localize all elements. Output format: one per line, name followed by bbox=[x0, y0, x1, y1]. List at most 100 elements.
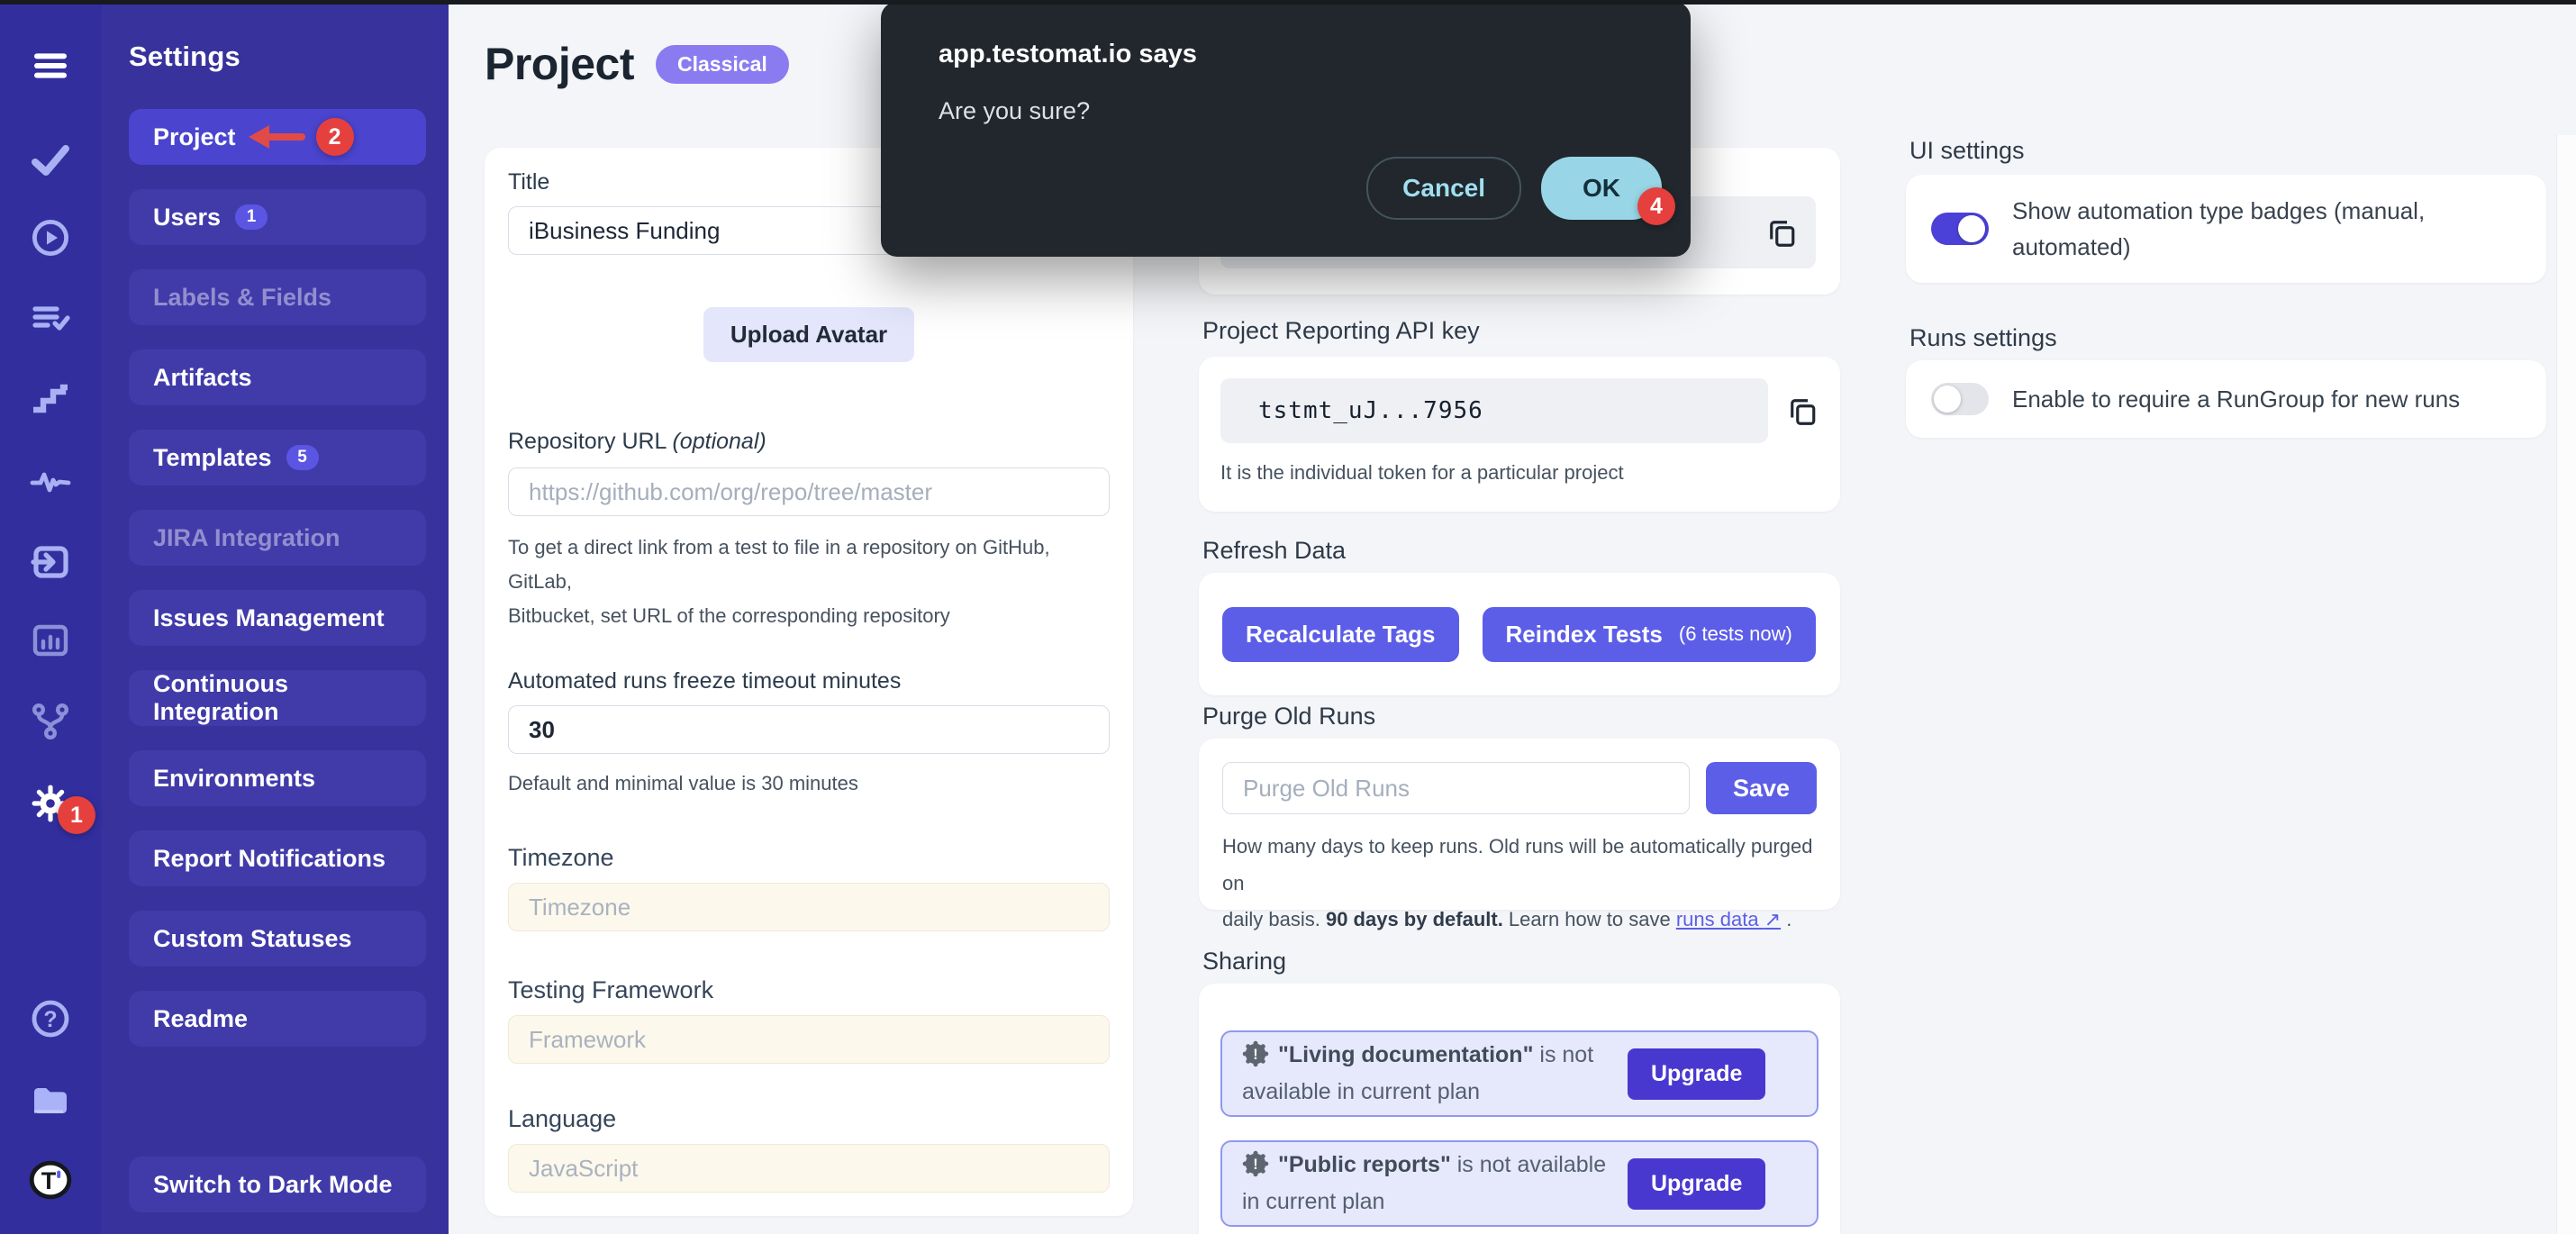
sidebar-item-report-notifications[interactable]: Report Notifications bbox=[129, 830, 426, 886]
sidebar-item-label: Continuous Integration bbox=[153, 670, 408, 726]
timeout-label: Automated runs freeze timeout minutes bbox=[508, 668, 1110, 694]
upgrade-button[interactable]: Upgrade bbox=[1628, 1048, 1765, 1100]
sidebar-item-label: JIRA Integration bbox=[153, 524, 340, 552]
help-icon[interactable]: ? bbox=[28, 996, 73, 1041]
sidebar-item-environments[interactable]: Environments bbox=[129, 750, 426, 806]
scrollbar-track[interactable] bbox=[2556, 135, 2576, 1234]
sidebar-item-project[interactable]: Project 2 bbox=[129, 109, 426, 165]
purge-helper: How many days to keep runs. Old runs wil… bbox=[1222, 829, 1817, 939]
sidebar-item-label: Artifacts bbox=[153, 364, 252, 392]
upgrade-label: Upgrade bbox=[1651, 1171, 1742, 1197]
language-input[interactable] bbox=[508, 1144, 1110, 1193]
sidebar-item-readme[interactable]: Readme bbox=[129, 991, 426, 1047]
sidebar-item-label: Labels & Fields bbox=[153, 284, 331, 312]
purge-days-input[interactable] bbox=[1222, 762, 1690, 814]
dialog-source: app.testomat.io says bbox=[939, 40, 1197, 69]
repository-url-helper: To get a direct link from a test to file… bbox=[508, 531, 1110, 632]
sidebar-item-labels-fields[interactable]: Labels & Fields bbox=[129, 269, 426, 325]
dialog-message: Are you sure? bbox=[939, 97, 1090, 125]
users-count-badge: 1 bbox=[235, 204, 268, 230]
annotation-arrow-left-icon bbox=[249, 125, 305, 149]
dark-mode-toggle-button[interactable]: Switch to Dark Mode bbox=[129, 1157, 426, 1212]
classical-badge: Classical bbox=[656, 45, 789, 84]
upgrade-button[interactable]: Upgrade bbox=[1628, 1158, 1765, 1210]
cancel-button[interactable]: Cancel bbox=[1366, 157, 1521, 220]
living-documentation-plan-notice: ! "Living documentation" is not availabl… bbox=[1220, 1030, 1819, 1117]
sidebar-item-label: Users bbox=[153, 204, 221, 231]
timeout-input[interactable] bbox=[508, 705, 1110, 754]
reports-chart-icon[interactable] bbox=[28, 618, 73, 663]
plan-notice-text: ! "Living documentation" is not availabl… bbox=[1242, 1039, 1611, 1108]
runs-settings-card: Enable to require a RunGroup for new run… bbox=[1906, 360, 2546, 438]
testomat-logo[interactable]: T bbox=[28, 1157, 73, 1202]
sidebar-item-templates[interactable]: Templates 5 bbox=[129, 430, 426, 485]
external-link-icon: ↗ bbox=[1764, 908, 1781, 930]
sidebar-item-continuous-integration[interactable]: Continuous Integration bbox=[129, 670, 426, 726]
refresh-data-card: Recalculate Tags Reindex Tests (6 tests … bbox=[1199, 573, 1840, 695]
settings-sidebar: Settings Project 2 Users 1 Labels & Fiel… bbox=[102, 5, 449, 1234]
page-title: Project bbox=[485, 38, 634, 90]
sidebar-item-artifacts[interactable]: Artifacts bbox=[129, 349, 426, 405]
project-form-card: Title Upload Avatar Repository URL (opti… bbox=[485, 148, 1133, 1216]
plan-notice-text: ! "Public reports" is not available in c… bbox=[1242, 1149, 1611, 1218]
upgrade-label: Upgrade bbox=[1651, 1061, 1742, 1087]
purge-old-runs-card: Save How many days to keep runs. Old run… bbox=[1199, 739, 1840, 910]
annotation-badge-4: 4 bbox=[1637, 187, 1675, 225]
runs-play-icon[interactable] bbox=[28, 215, 73, 260]
page-header: Project Classical bbox=[485, 38, 789, 90]
repository-url-input[interactable] bbox=[508, 467, 1110, 516]
sidebar-item-label: Readme bbox=[153, 1005, 248, 1033]
reporting-api-key-helper: It is the individual token for a particu… bbox=[1220, 456, 1819, 490]
svg-text:!: ! bbox=[1253, 1157, 1257, 1173]
icon-rail: 1 ? T bbox=[0, 0, 102, 1234]
sharing-heading: Sharing bbox=[1202, 948, 1286, 975]
reindex-tests-label: Reindex Tests bbox=[1506, 621, 1663, 649]
timezone-input[interactable] bbox=[508, 883, 1110, 931]
app-root: 1 ? T Settings Project 2 Users 1 Labels … bbox=[0, 0, 2576, 1234]
sidebar-item-jira-integration[interactable]: JIRA Integration bbox=[129, 510, 426, 566]
framework-label: Testing Framework bbox=[508, 976, 1110, 1004]
purge-old-runs-heading: Purge Old Runs bbox=[1202, 703, 1375, 730]
annotation-badge-1: 1 bbox=[58, 796, 95, 834]
tests-check-icon[interactable] bbox=[28, 137, 73, 182]
automation-badges-toggle[interactable] bbox=[1931, 213, 1989, 245]
public-reports-plan-notice: ! "Public reports" is not available in c… bbox=[1220, 1140, 1819, 1227]
branches-icon[interactable] bbox=[28, 699, 73, 744]
annotation-badge-2: 2 bbox=[316, 118, 354, 156]
svg-text:T: T bbox=[41, 1167, 57, 1194]
recalculate-tags-button[interactable]: Recalculate Tags bbox=[1222, 607, 1459, 662]
svg-text:?: ? bbox=[43, 1007, 57, 1032]
require-rungroup-toggle[interactable] bbox=[1931, 383, 1989, 415]
sidebar-item-custom-statuses[interactable]: Custom Statuses bbox=[129, 911, 426, 966]
reindex-tests-button[interactable]: Reindex Tests (6 tests now) bbox=[1483, 607, 1816, 662]
copy-icon[interactable] bbox=[1786, 395, 1819, 427]
browser-confirm-dialog: app.testomat.io says Are you sure? Cance… bbox=[881, 2, 1691, 257]
copy-icon[interactable] bbox=[1765, 216, 1798, 249]
save-button[interactable]: Save bbox=[1706, 762, 1817, 814]
reporting-api-key-value: tstmt_uJ...7956 bbox=[1258, 397, 1483, 424]
analytics-pulse-icon[interactable] bbox=[28, 458, 73, 504]
settings-nav-list: Project 2 Users 1 Labels & Fields Artifa… bbox=[129, 109, 426, 1047]
svg-text:!: ! bbox=[1253, 1047, 1257, 1063]
sidebar-item-label: Custom Statuses bbox=[153, 925, 352, 953]
test-plans-icon[interactable] bbox=[28, 296, 73, 341]
projects-folder-icon[interactable] bbox=[28, 1076, 73, 1121]
sidebar-item-label: Templates bbox=[153, 444, 272, 472]
repository-url-label: Repository URL (optional) bbox=[508, 429, 1110, 455]
refresh-data-heading: Refresh Data bbox=[1202, 537, 1346, 565]
browser-top-edge bbox=[0, 0, 2576, 5]
sidebar-item-issues-management[interactable]: Issues Management bbox=[129, 590, 426, 646]
framework-input[interactable] bbox=[508, 1015, 1110, 1064]
sidebar-item-users[interactable]: Users 1 bbox=[129, 189, 426, 245]
automation-badges-label: Show automation type badges (manual, aut… bbox=[2012, 193, 2481, 266]
menu-icon[interactable] bbox=[28, 43, 73, 88]
import-icon[interactable] bbox=[28, 540, 73, 585]
sidebar-item-label: Environments bbox=[153, 765, 315, 793]
templates-count-badge: 5 bbox=[286, 445, 319, 470]
runs-data-link[interactable]: runs data ↗ bbox=[1676, 908, 1781, 930]
pipelines-steps-icon[interactable] bbox=[28, 377, 73, 422]
dark-mode-label: Switch to Dark Mode bbox=[153, 1171, 393, 1199]
sidebar-item-label: Issues Management bbox=[153, 604, 385, 632]
require-rungroup-label: Enable to require a RunGroup for new run… bbox=[2012, 381, 2460, 417]
upload-avatar-button[interactable]: Upload Avatar bbox=[703, 307, 914, 362]
